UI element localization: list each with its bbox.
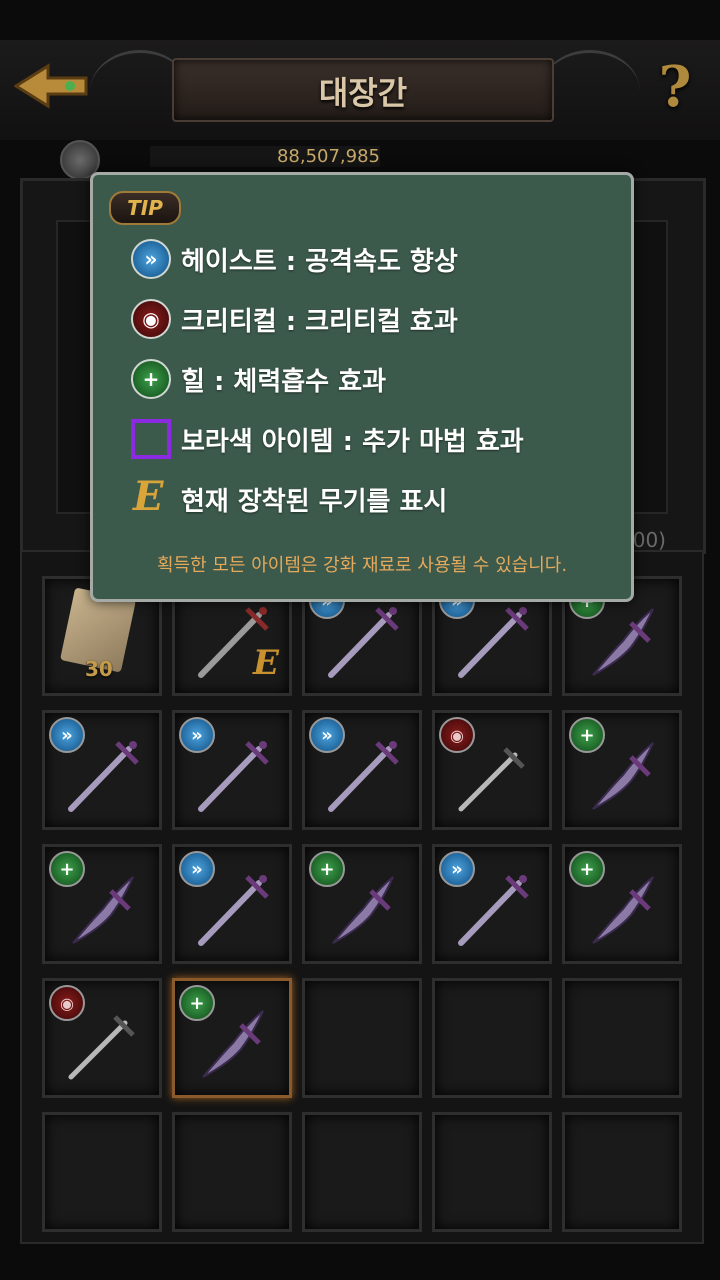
tip-text: 현재 장착된 무기를 표시 [181,487,448,517]
inventory-slot[interactable]: + [302,844,422,964]
inventory-slot-empty[interactable] [302,978,422,1098]
critical-eye-icon: ◉ [49,985,85,1021]
tip-text: 보라색 아이템 : 추가 마법 효과 [181,427,524,457]
tip-footnote: 획득한 모든 아이템은 강화 재료로 사용될 수 있습니다. [156,555,568,576]
help-button[interactable]: ? [650,54,700,120]
inventory-slot-empty[interactable] [432,978,552,1098]
inventory-slot-empty[interactable] [42,1112,162,1232]
inventory-slot[interactable]: + [562,710,682,830]
inventory-slot[interactable]: ◉ [432,710,552,830]
tip-badge: TIP [109,191,181,225]
currency-amount: 88,507,985 [150,146,380,167]
item-quantity: 30 [85,657,113,681]
haste-icon: » [309,717,345,753]
page-title: 대장간 [318,74,408,112]
tip-text: 크리티컬 : 크리티컬 효과 [181,307,458,337]
haste-icon: » [179,717,215,753]
inventory-slot[interactable]: » [432,844,552,964]
game-screen: 대장간 ? 88,507,985 (17/100) 30E»»+»»»◉++»+… [0,0,720,1280]
haste-icon: » [179,851,215,887]
tip-text: 헤이스트 : 공격속도 향상 [181,247,458,277]
back-button[interactable] [13,60,90,112]
inventory-slot-empty[interactable] [302,1112,422,1232]
inventory-slot[interactable]: » [302,710,422,830]
inventory-slot[interactable]: + [562,844,682,964]
inventory-slot-empty[interactable] [562,978,682,1098]
equipped-e-icon: E [133,473,164,520]
critical-eye-icon: ◉ [131,299,171,339]
tip-text: 힐 : 체력흡수 효과 [181,367,386,397]
haste-icon: » [131,239,171,279]
purple-square-icon [131,419,171,459]
inventory-slot[interactable]: + [172,978,292,1098]
heal-plus-icon: + [179,985,215,1021]
haste-icon: » [49,717,85,753]
header-bar: 대장간 ? [0,40,720,140]
inventory-slot[interactable]: + [42,844,162,964]
heal-plus-icon: + [131,359,171,399]
critical-eye-icon: ◉ [439,717,475,753]
back-arrow-icon [13,63,88,109]
heal-plus-icon: + [309,851,345,887]
ornament-right [540,50,640,133]
equipped-e-icon: E [253,643,279,683]
inventory-slot[interactable]: » [42,710,162,830]
inventory-slot[interactable]: » [172,844,292,964]
inventory-slot-empty[interactable] [172,1112,292,1232]
inventory-slot[interactable]: » [172,710,292,830]
inventory-slot[interactable]: ◉ [42,978,162,1098]
heal-plus-icon: + [569,851,605,887]
inventory-slot-empty[interactable] [432,1112,552,1232]
inventory-slot-empty[interactable] [562,1112,682,1232]
heal-plus-icon: + [569,717,605,753]
tip-popup[interactable]: TIP » 헤이스트 : 공격속도 향상 ◉ 크리티컬 : 크리티컬 효과 + … [90,172,634,602]
haste-icon: » [439,851,475,887]
inventory-grid: 30E»»+»»»◉++»+»+◉+ [20,550,704,1244]
heal-plus-icon: + [49,851,85,887]
